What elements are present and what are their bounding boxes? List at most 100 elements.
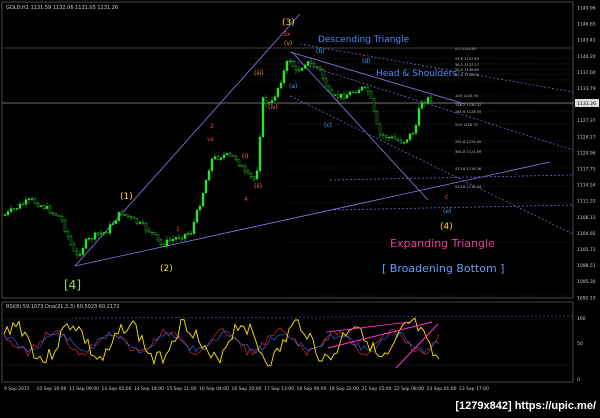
price-tick-label: 1137.00	[577, 70, 596, 76]
fib-labels: 0.0 1140.82 23.6 1137.63 38.2 1137.27 50…	[455, 47, 482, 189]
candle-body	[219, 157, 223, 160]
candle-body	[63, 219, 67, 232]
candle-body	[330, 89, 334, 96]
time-tick-label: 14 Sep 18:00	[134, 386, 164, 392]
candle-body	[189, 233, 193, 235]
candle-body	[270, 100, 274, 103]
candle-body	[222, 154, 226, 159]
candle-body	[315, 66, 319, 68]
candle-body	[21, 203, 25, 206]
time-tick-label: 10 Sep 16:00	[37, 386, 67, 392]
fib-label: 423.6 1119.36	[455, 167, 482, 171]
candle-body	[300, 67, 304, 71]
candle-body	[264, 97, 268, 104]
candle-body	[234, 156, 238, 160]
candle-body	[240, 165, 244, 167]
candle-body	[123, 214, 127, 216]
candle-body	[339, 93, 343, 98]
fib-lines	[250, 47, 573, 297]
candle-body	[87, 237, 91, 240]
fib-label: 138.2 1130.32	[455, 103, 481, 107]
candle-body	[249, 172, 253, 177]
wave-b-label: (b)	[316, 48, 325, 55]
chart-window[interactable]: GOLD,H1 1131.59 1132.06 1131.05 1131.26 …	[0, 0, 600, 414]
candle-body	[51, 212, 55, 214]
time-tick-label: 17 Sep 13:00	[264, 386, 294, 392]
candle-body	[414, 125, 418, 134]
fib-label: 38.2 1137.27	[455, 63, 479, 67]
candle-body	[3, 214, 7, 216]
wave-2-label: (2)	[160, 264, 173, 274]
candle-body	[84, 238, 88, 249]
candles	[3, 57, 433, 259]
candle-body	[318, 66, 322, 70]
candle-body	[141, 222, 145, 224]
price-tick-label: 1149.96	[577, 6, 596, 12]
time-tick-label: 23 Sep 01:00	[427, 386, 457, 392]
candle-body	[183, 233, 187, 239]
candle-body	[54, 213, 58, 216]
candle-body	[57, 215, 61, 217]
candle-body	[135, 218, 139, 224]
candle-body	[165, 239, 169, 247]
price-chart[interactable]: GOLD,H1 1131.59 1132.06 1131.05 1131.26 …	[0, 0, 600, 414]
time-tick-label: 22 Sep 08:00	[394, 386, 424, 392]
wave-4-big-label: [4]	[64, 278, 81, 292]
candle-body	[399, 140, 403, 144]
fib-label: 261.8 1124.40	[455, 140, 482, 144]
price-tick-label: 1117.75	[577, 167, 596, 173]
candle-body	[237, 159, 241, 166]
expanding-triangle-annotation: Expanding Triangle	[390, 237, 495, 250]
candle-body	[423, 102, 427, 104]
candle-body	[6, 211, 10, 216]
candle-body	[75, 250, 79, 256]
price-tick-label: 1101.72	[577, 247, 596, 253]
candle-body	[138, 222, 142, 224]
wave-r1-label: 1	[176, 226, 180, 233]
candle-body	[93, 232, 97, 240]
candle-body	[24, 199, 28, 205]
candle-body	[279, 82, 283, 89]
price-tick-label: 1104.92	[577, 231, 596, 237]
candle-body	[204, 179, 208, 194]
time-tick-label: 21 Sep 15:00	[362, 386, 392, 392]
candle-body	[27, 198, 31, 201]
price-axis: 1149.96 1146.65 1143.41 1140.20 1137.00 1133.…	[577, 6, 596, 302]
price-tick-label: 1140.20	[577, 54, 596, 60]
candle-body	[402, 142, 406, 144]
candle-body	[312, 63, 316, 67]
candle-body	[18, 203, 22, 209]
price-tick-label: 1111.33	[577, 199, 596, 205]
broadening-bottom-annotation: [ Broadening Bottom ]	[382, 262, 504, 275]
price-tick-label: 1133.79	[577, 86, 596, 92]
candle-body	[417, 108, 421, 126]
candle-body	[294, 66, 298, 71]
candle-body	[243, 166, 247, 172]
candle-body	[132, 216, 136, 219]
candle-body	[156, 234, 160, 241]
symbol-header: GOLD,H1 1131.59 1132.06 1131.05 1131.26	[6, 5, 118, 11]
candle-body	[90, 237, 94, 240]
candle-body	[276, 87, 280, 97]
candle-body	[210, 158, 214, 171]
fib-label: 361.8 1121.89	[455, 150, 482, 154]
time-tick-label: 9 Sep 2015	[4, 386, 30, 392]
candle-body	[150, 231, 154, 233]
wave-rvx-label: vx	[207, 136, 215, 143]
candle-body	[228, 153, 232, 156]
candle-body	[252, 176, 256, 180]
time-tick-label: 11 Sep 09:00	[69, 386, 99, 392]
candle-body	[207, 170, 211, 181]
candle-body	[144, 223, 148, 231]
candle-body	[129, 216, 133, 218]
wave-ii-label: (ii)	[254, 183, 262, 190]
candle-body	[387, 137, 391, 139]
candle-body	[369, 91, 373, 99]
candle-body	[162, 244, 166, 247]
price-tick-label: 1127.37	[577, 118, 596, 124]
wave-iv-label: (iv)	[268, 104, 278, 111]
candle-body	[324, 78, 328, 87]
candle-body	[33, 198, 37, 204]
candle-body	[186, 233, 190, 235]
rsi-level-100: 100	[577, 316, 586, 322]
